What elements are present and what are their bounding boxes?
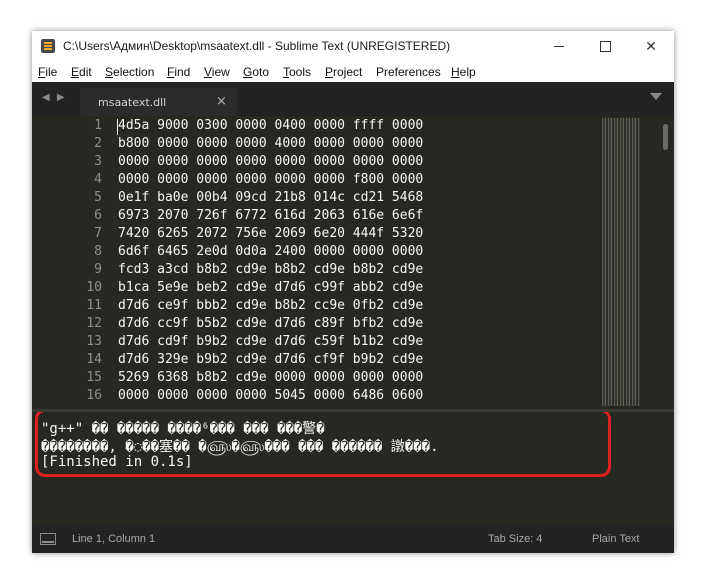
menu-tools[interactable]: Tools: [283, 65, 311, 79]
tab-dropdown-icon[interactable]: [650, 93, 662, 100]
close-button[interactable]: ✕: [628, 31, 674, 62]
minimize-icon: [554, 46, 564, 47]
code-line: b1ca 5e9e beb2 cd9e d7d6 c99f abb2 cd9e: [118, 280, 424, 295]
tab-nav-arrows-icon[interactable]: ◀ ▶: [42, 92, 67, 103]
line-number: 16: [86, 388, 102, 403]
title-bar[interactable]: C:\Users\Админ\Desktop\msaatext.dll - Su…: [32, 31, 674, 62]
code-line: 0000 0000 0000 0000 5045 0000 6486 0600: [118, 388, 424, 403]
code-line: 0e1f ba0e 00b4 09cd 21b8 014c cd21 5468: [118, 190, 424, 205]
code-line: d7d6 cd9f b9b2 cd9e d7d6 c59f b1b2 cd9e: [118, 334, 424, 349]
tab-size-indicator[interactable]: Tab Size: 4: [488, 533, 542, 545]
menu-file[interactable]: File: [38, 65, 57, 79]
tab-bar: ◀ ▶ msaatext.dll ×: [32, 82, 674, 116]
tab-close-icon[interactable]: ×: [216, 94, 227, 109]
line-number: 4: [94, 172, 102, 187]
code-line: d7d6 cc9f b5b2 cd9e d7d6 c89f bfb2 cd9e: [118, 316, 424, 331]
vertical-scrollbar[interactable]: [663, 124, 668, 150]
line-number: 8: [94, 244, 102, 259]
syntax-indicator[interactable]: Plain Text: [592, 533, 640, 545]
line-number: 13: [86, 334, 102, 349]
maximize-icon: [599, 41, 611, 52]
sublime-app-icon: [41, 39, 55, 53]
menu-preferences[interactable]: Preferences: [376, 65, 441, 79]
line-number: 11: [86, 298, 102, 313]
output-line: [Finished in 0.1s]: [41, 454, 193, 470]
cursor-position: Line 1, Column 1: [72, 533, 156, 545]
code-line: 6d6f 6465 2e0d 0d0a 2400 0000 0000 0000: [118, 244, 424, 259]
build-output-panel[interactable]: "g++" �� ����� ����⁶��� ��� ���警� ������…: [32, 412, 674, 525]
line-number: 9: [94, 262, 102, 277]
panel-toggle-icon[interactable]: [40, 533, 56, 545]
line-number: 2: [94, 136, 102, 151]
menu-selection[interactable]: Selection: [105, 65, 154, 79]
close-icon: ✕: [645, 38, 657, 55]
menu-edit[interactable]: Edit: [71, 65, 92, 79]
code-line: 6973 2070 726f 6772 616d 2063 616e 6e6f: [118, 208, 424, 223]
code-line: fcd3 a3cd b8b2 cd9e b8b2 cd9e b8b2 cd9e: [118, 262, 424, 277]
code-line: 5269 6368 b8b2 cd9e 0000 0000 0000 0000: [118, 370, 424, 385]
line-number: 7: [94, 226, 102, 241]
menu-bar: File Edit Selection Find View Goto Tools…: [32, 62, 674, 82]
minimap[interactable]: [602, 118, 640, 406]
menu-goto[interactable]: Goto: [243, 65, 269, 79]
line-number: 6: [94, 208, 102, 223]
line-number: 14: [86, 352, 102, 367]
maximize-button[interactable]: [582, 31, 628, 62]
minimize-button[interactable]: [536, 31, 582, 62]
status-bar: Line 1, Column 1 Tab Size: 4 Plain Text: [32, 525, 674, 553]
code-line: d7d6 ce9f bbb2 cd9e b8b2 cc9e 0fb2 cd9e: [118, 298, 424, 313]
line-number: 1: [94, 118, 102, 133]
code-line: d7d6 329e b9b2 cd9e d7d6 cf9f b9b2 cd9e: [118, 352, 424, 367]
output-line: "g++" �� ����� ����⁶��� ��� ���警�: [41, 421, 325, 437]
code-line: b800 0000 0000 0000 4000 0000 0000 0000: [118, 136, 424, 151]
code-line: 0000 0000 0000 0000 0000 0000 0000 0000: [118, 154, 424, 169]
line-number: 10: [86, 280, 102, 295]
line-number: 15: [86, 370, 102, 385]
menu-help[interactable]: Help: [451, 65, 476, 79]
line-number: 12: [86, 316, 102, 331]
tab-msaatext[interactable]: msaatext.dll ×: [80, 88, 238, 116]
editor-area[interactable]: 1 2 3 4 5 6 7 8 9 10 11 12 13 14 15 16 4d5a 9000 0300 0…: [32, 116, 674, 409]
line-number: 3: [94, 154, 102, 169]
sublime-window: C:\Users\Админ\Desktop\msaatext.dll - Su…: [32, 31, 674, 553]
line-number: 5: [94, 190, 102, 205]
code-line: 4d5a 9000 0300 0000 0400 0000 ffff 0000: [118, 118, 424, 133]
code-line: 0000 0000 0000 0000 0000 0000 f800 0000: [118, 172, 424, 187]
tab-label: msaatext.dll: [98, 96, 167, 109]
code-line: 7420 6265 2072 756e 2069 6e20 444f 5320: [118, 226, 424, 241]
menu-find[interactable]: Find: [167, 65, 190, 79]
menu-project[interactable]: Project: [325, 65, 362, 79]
window-title: C:\Users\Админ\Desktop\msaatext.dll - Su…: [63, 39, 451, 53]
menu-view[interactable]: View: [204, 65, 230, 79]
